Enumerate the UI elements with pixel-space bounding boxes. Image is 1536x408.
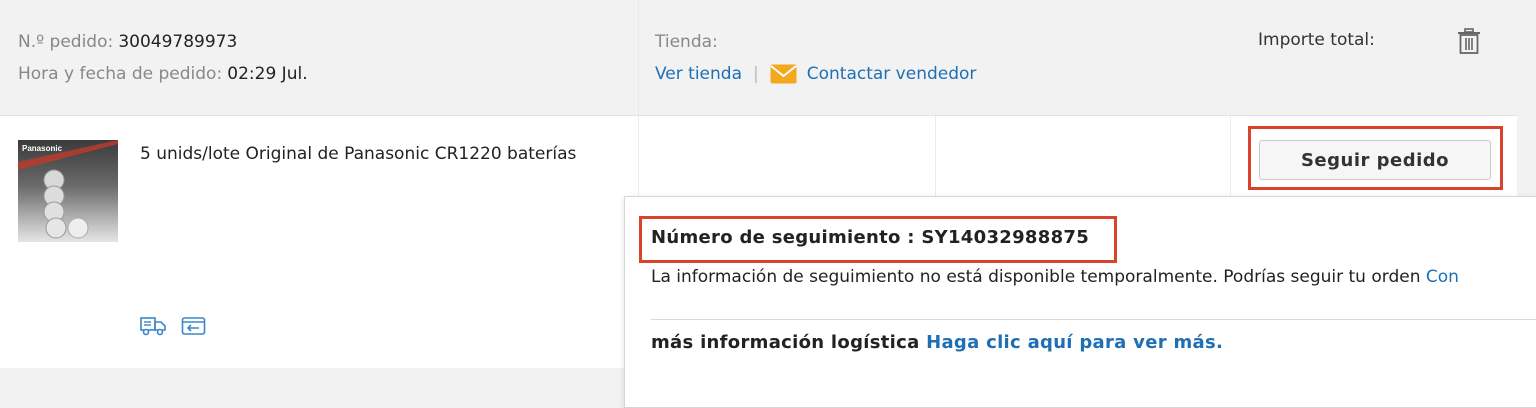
tracking-info-message: La información de seguimiento no está di… <box>651 267 1421 287</box>
popup-divider <box>651 319 1536 320</box>
store-links: Ver tienda | Contactar vendedor <box>655 64 976 84</box>
order-number-label: N.º pedido: <box>18 32 114 52</box>
trash-icon[interactable] <box>1455 27 1483 55</box>
mail-icon[interactable] <box>770 64 797 84</box>
truck-icon[interactable] <box>140 315 166 337</box>
order-number-value: 30049789973 <box>118 32 238 52</box>
contact-seller-link[interactable]: Contactar vendedor <box>807 64 977 84</box>
more-logistics-link[interactable]: Haga clic aquí para ver más. <box>926 332 1223 353</box>
thumbnail-brand-text: Panasonic <box>22 144 63 153</box>
tracking-number-value: SY14032988875 <box>921 227 1090 248</box>
product-thumbnail[interactable]: Panasonic <box>18 140 118 242</box>
header-divider <box>638 0 639 115</box>
view-store-link[interactable]: Ver tienda <box>655 64 742 84</box>
order-number-row: N.º pedido: 30049789973 <box>18 32 237 52</box>
link-separator: | <box>753 64 759 84</box>
total-amount-label: Importe total: <box>1258 30 1375 50</box>
order-date-label: Hora y fecha de pedido: <box>18 64 223 84</box>
tracking-popup: Número de seguimiento : SY14032988875 La… <box>624 196 1536 408</box>
tracking-info-link[interactable]: Con <box>1426 267 1459 287</box>
return-icon[interactable] <box>181 315 207 337</box>
more-logistics-row: más información logística Haga clic aquí… <box>651 332 1223 353</box>
track-order-button[interactable]: Seguir pedido <box>1259 140 1491 180</box>
more-logistics-label: más información logística <box>651 332 920 353</box>
order-header: N.º pedido: 30049789973 Hora y fecha de … <box>0 0 1517 116</box>
order-date-value: 02:29 Jul. <box>227 64 308 84</box>
tracking-number-row: Número de seguimiento : SY14032988875 <box>651 227 1089 248</box>
store-label: Tienda: <box>655 32 718 52</box>
tracking-info-text: La información de seguimiento no está di… <box>651 267 1459 287</box>
order-date-row: Hora y fecha de pedido: 02:29 Jul. <box>18 64 308 84</box>
product-title[interactable]: 5 unids/lote Original de Panasonic CR122… <box>140 144 576 164</box>
tracking-number-label: Número de seguimiento : <box>651 227 915 248</box>
